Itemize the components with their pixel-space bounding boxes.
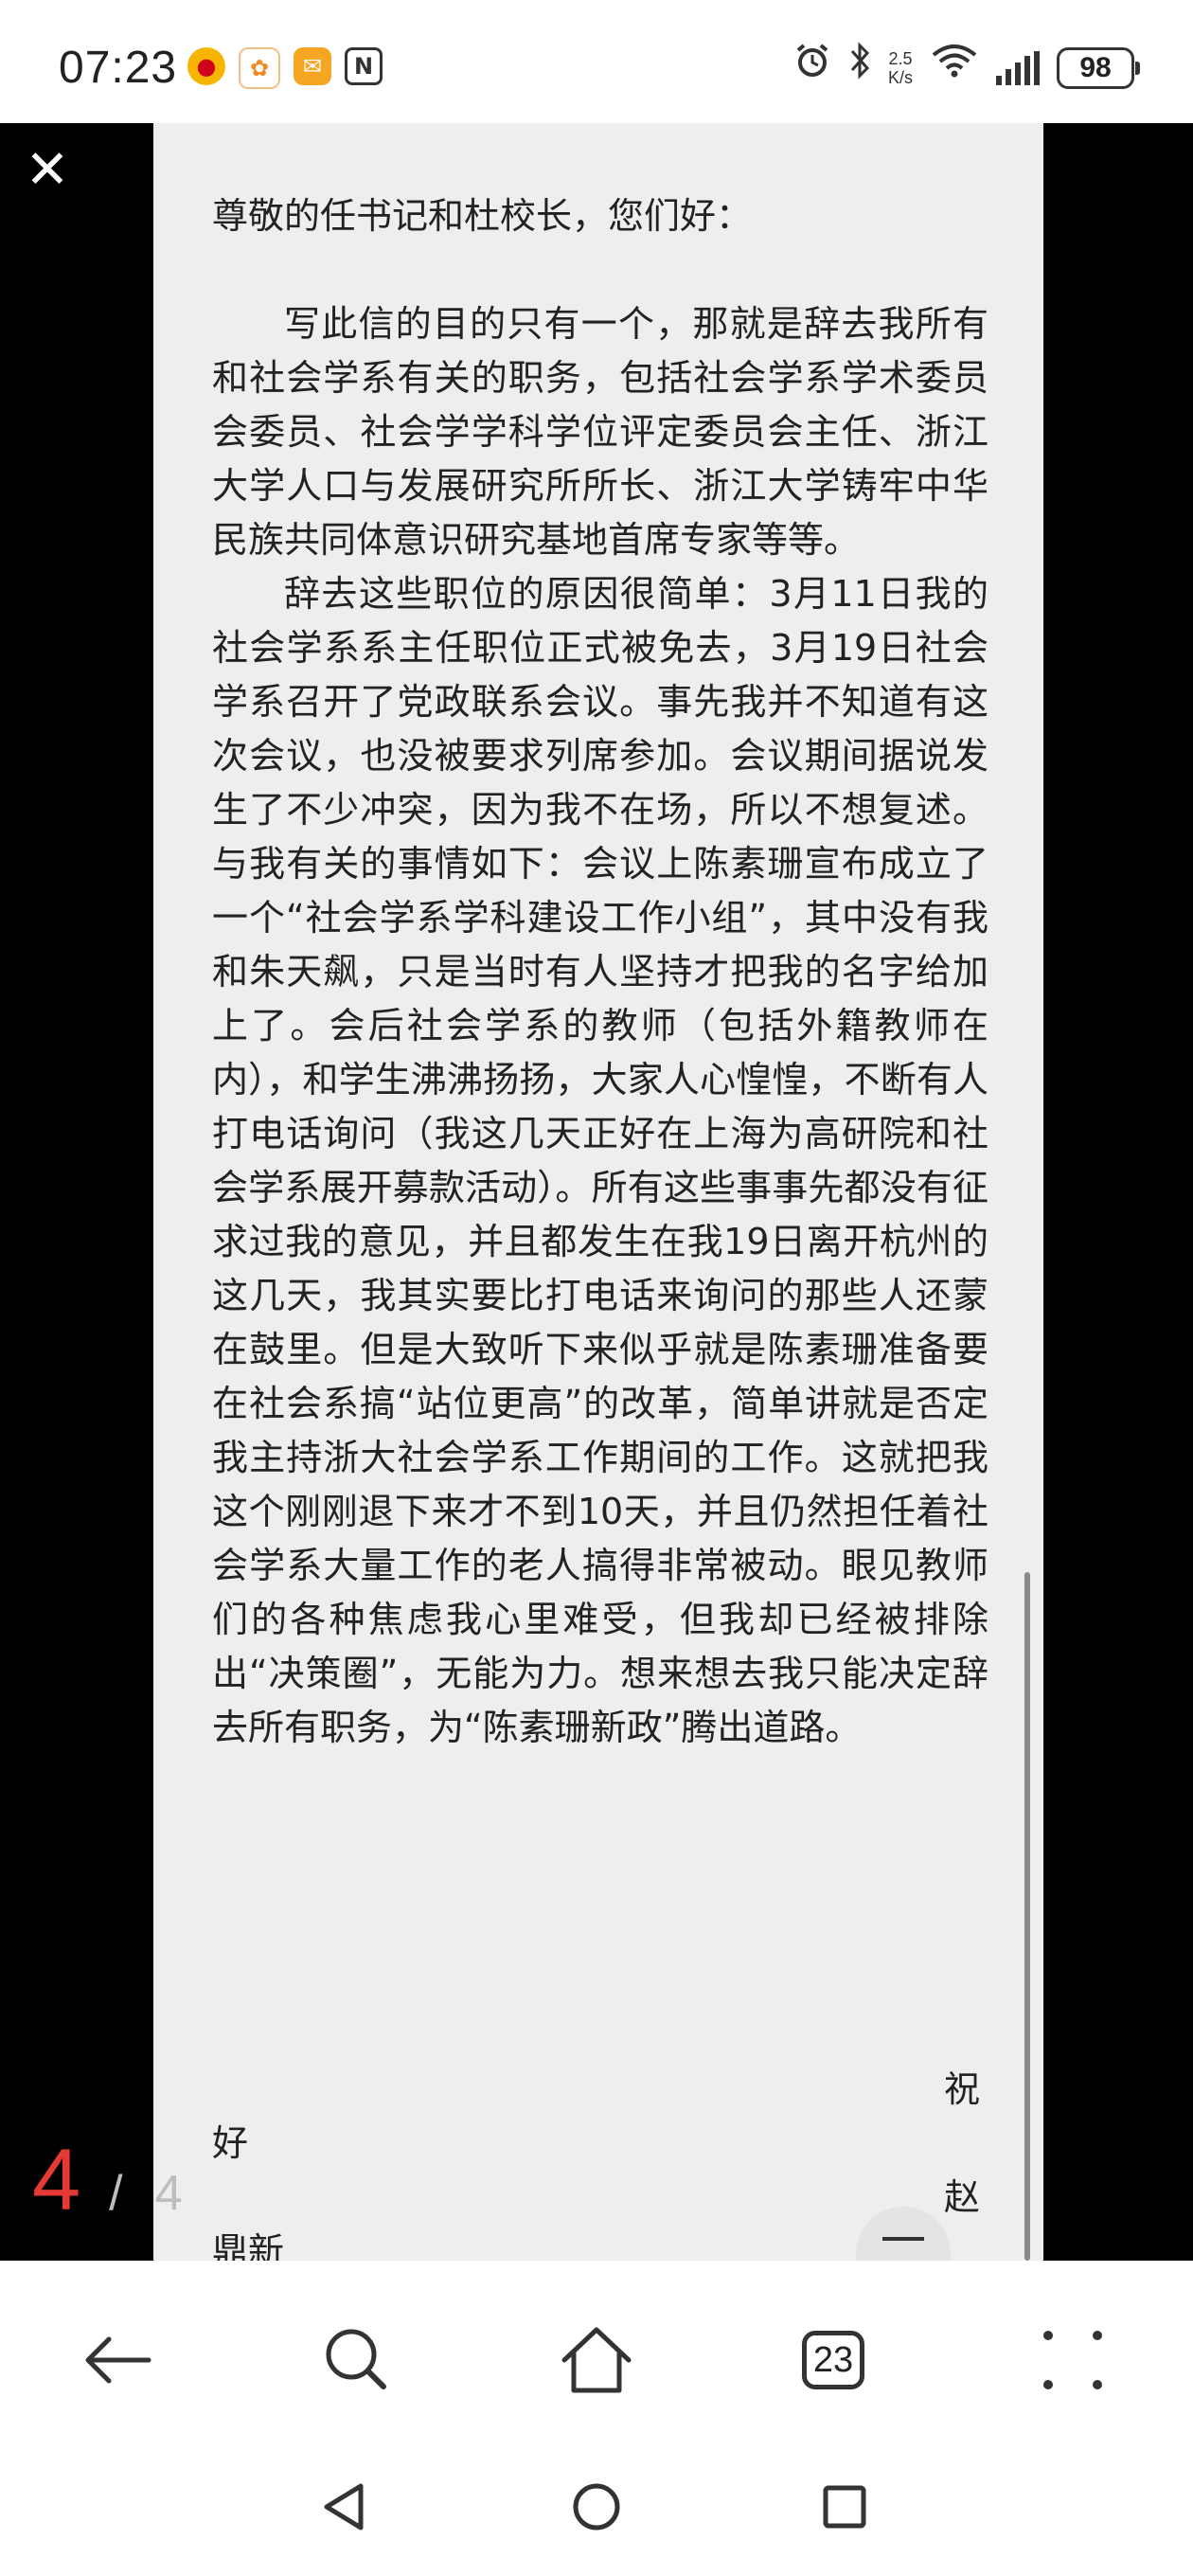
mail-icon: ✉ [294, 47, 331, 85]
network-speed-value: 2.5 [888, 48, 913, 68]
nfc-icon: N [345, 47, 383, 85]
page-indicator: 4 / 4 [32, 2133, 183, 2227]
triangle-back-icon [324, 2483, 364, 2531]
home-icon [561, 2327, 632, 2393]
tabs-count: 23 [802, 2331, 864, 2389]
arrow-left-icon [85, 2336, 151, 2384]
image-viewer[interactable]: ✕ 尊敬的任书记和杜校长，您们好： 写此信的目的只有一个，那就是辞去我所有和社会… [0, 123, 1193, 2261]
signature-given-name: 鼎新 [212, 2230, 285, 2261]
status-time: 07:23 [59, 43, 178, 93]
tabs-button[interactable]: 23 [791, 2317, 876, 2403]
closing-wish-first: 祝 [944, 2068, 981, 2110]
notification-icons: ● ✿ ✉ N [187, 47, 383, 89]
nav-home-button[interactable] [559, 2469, 634, 2545]
weibo-icon: ● [187, 47, 225, 85]
network-speed: 2.5 K/s [888, 49, 913, 87]
menu-button[interactable] [1030, 2317, 1115, 2403]
scroll-to-top-button[interactable] [856, 2207, 951, 2261]
nav-recents-button[interactable] [807, 2469, 882, 2545]
closing-wish-second: 好 [212, 2122, 249, 2164]
letter-paragraph: 写此信的目的只有一个，那就是辞去我所有和社会学系有关的职务，包括社会学系学术委员… [212, 303, 988, 561]
alarm-icon [793, 42, 831, 94]
bluetooth-icon [848, 42, 871, 94]
letter-paragraph: 辞去这些职位的原因很简单：3月11日我的社会学系系主任职位正式被免去，3月19日… [212, 573, 988, 1748]
letter-page: 尊敬的任书记和杜校长，您们好： 写此信的目的只有一个，那就是辞去我所有和社会学系… [153, 123, 1043, 2261]
circle-home-icon [573, 2483, 620, 2531]
search-icon [326, 2329, 386, 2389]
page-current: 4 [32, 2132, 81, 2228]
browser-toolbar: 23 [0, 2261, 1193, 2450]
close-button[interactable]: ✕ [19, 142, 76, 199]
wifi-icon [930, 42, 979, 94]
square-recents-icon [823, 2485, 866, 2529]
page-separator: / [109, 2166, 123, 2221]
app-icon: ✿ [239, 47, 280, 89]
search-button[interactable] [314, 2317, 400, 2403]
back-button[interactable] [76, 2317, 161, 2403]
android-navigation-bar [0, 2450, 1193, 2576]
battery-indicator: 98 [1057, 46, 1140, 89]
scroll-to-top-icon [882, 2237, 924, 2241]
scrollbar[interactable] [1024, 1572, 1030, 2261]
home-button[interactable] [554, 2317, 639, 2403]
system-icons: 2.5 K/s 98 [793, 42, 1140, 94]
nav-back-button[interactable] [308, 2469, 383, 2545]
network-speed-unit: K/s [887, 67, 913, 87]
more-dots-icon [1043, 2331, 1102, 2389]
page-total: 4 [154, 2166, 183, 2221]
letter-body: 尊敬的任书记和杜校长，您们好： 写此信的目的只有一个，那就是辞去我所有和社会学系… [212, 189, 988, 1755]
signature-surname: 赵 [944, 2176, 981, 2218]
signal-icon [996, 50, 1040, 85]
letter-salutation: 尊敬的任书记和杜校长，您们好： [212, 195, 753, 237]
status-bar: 07:23 ● ✿ ✉ N 2.5 K/s 98 [0, 0, 1193, 123]
